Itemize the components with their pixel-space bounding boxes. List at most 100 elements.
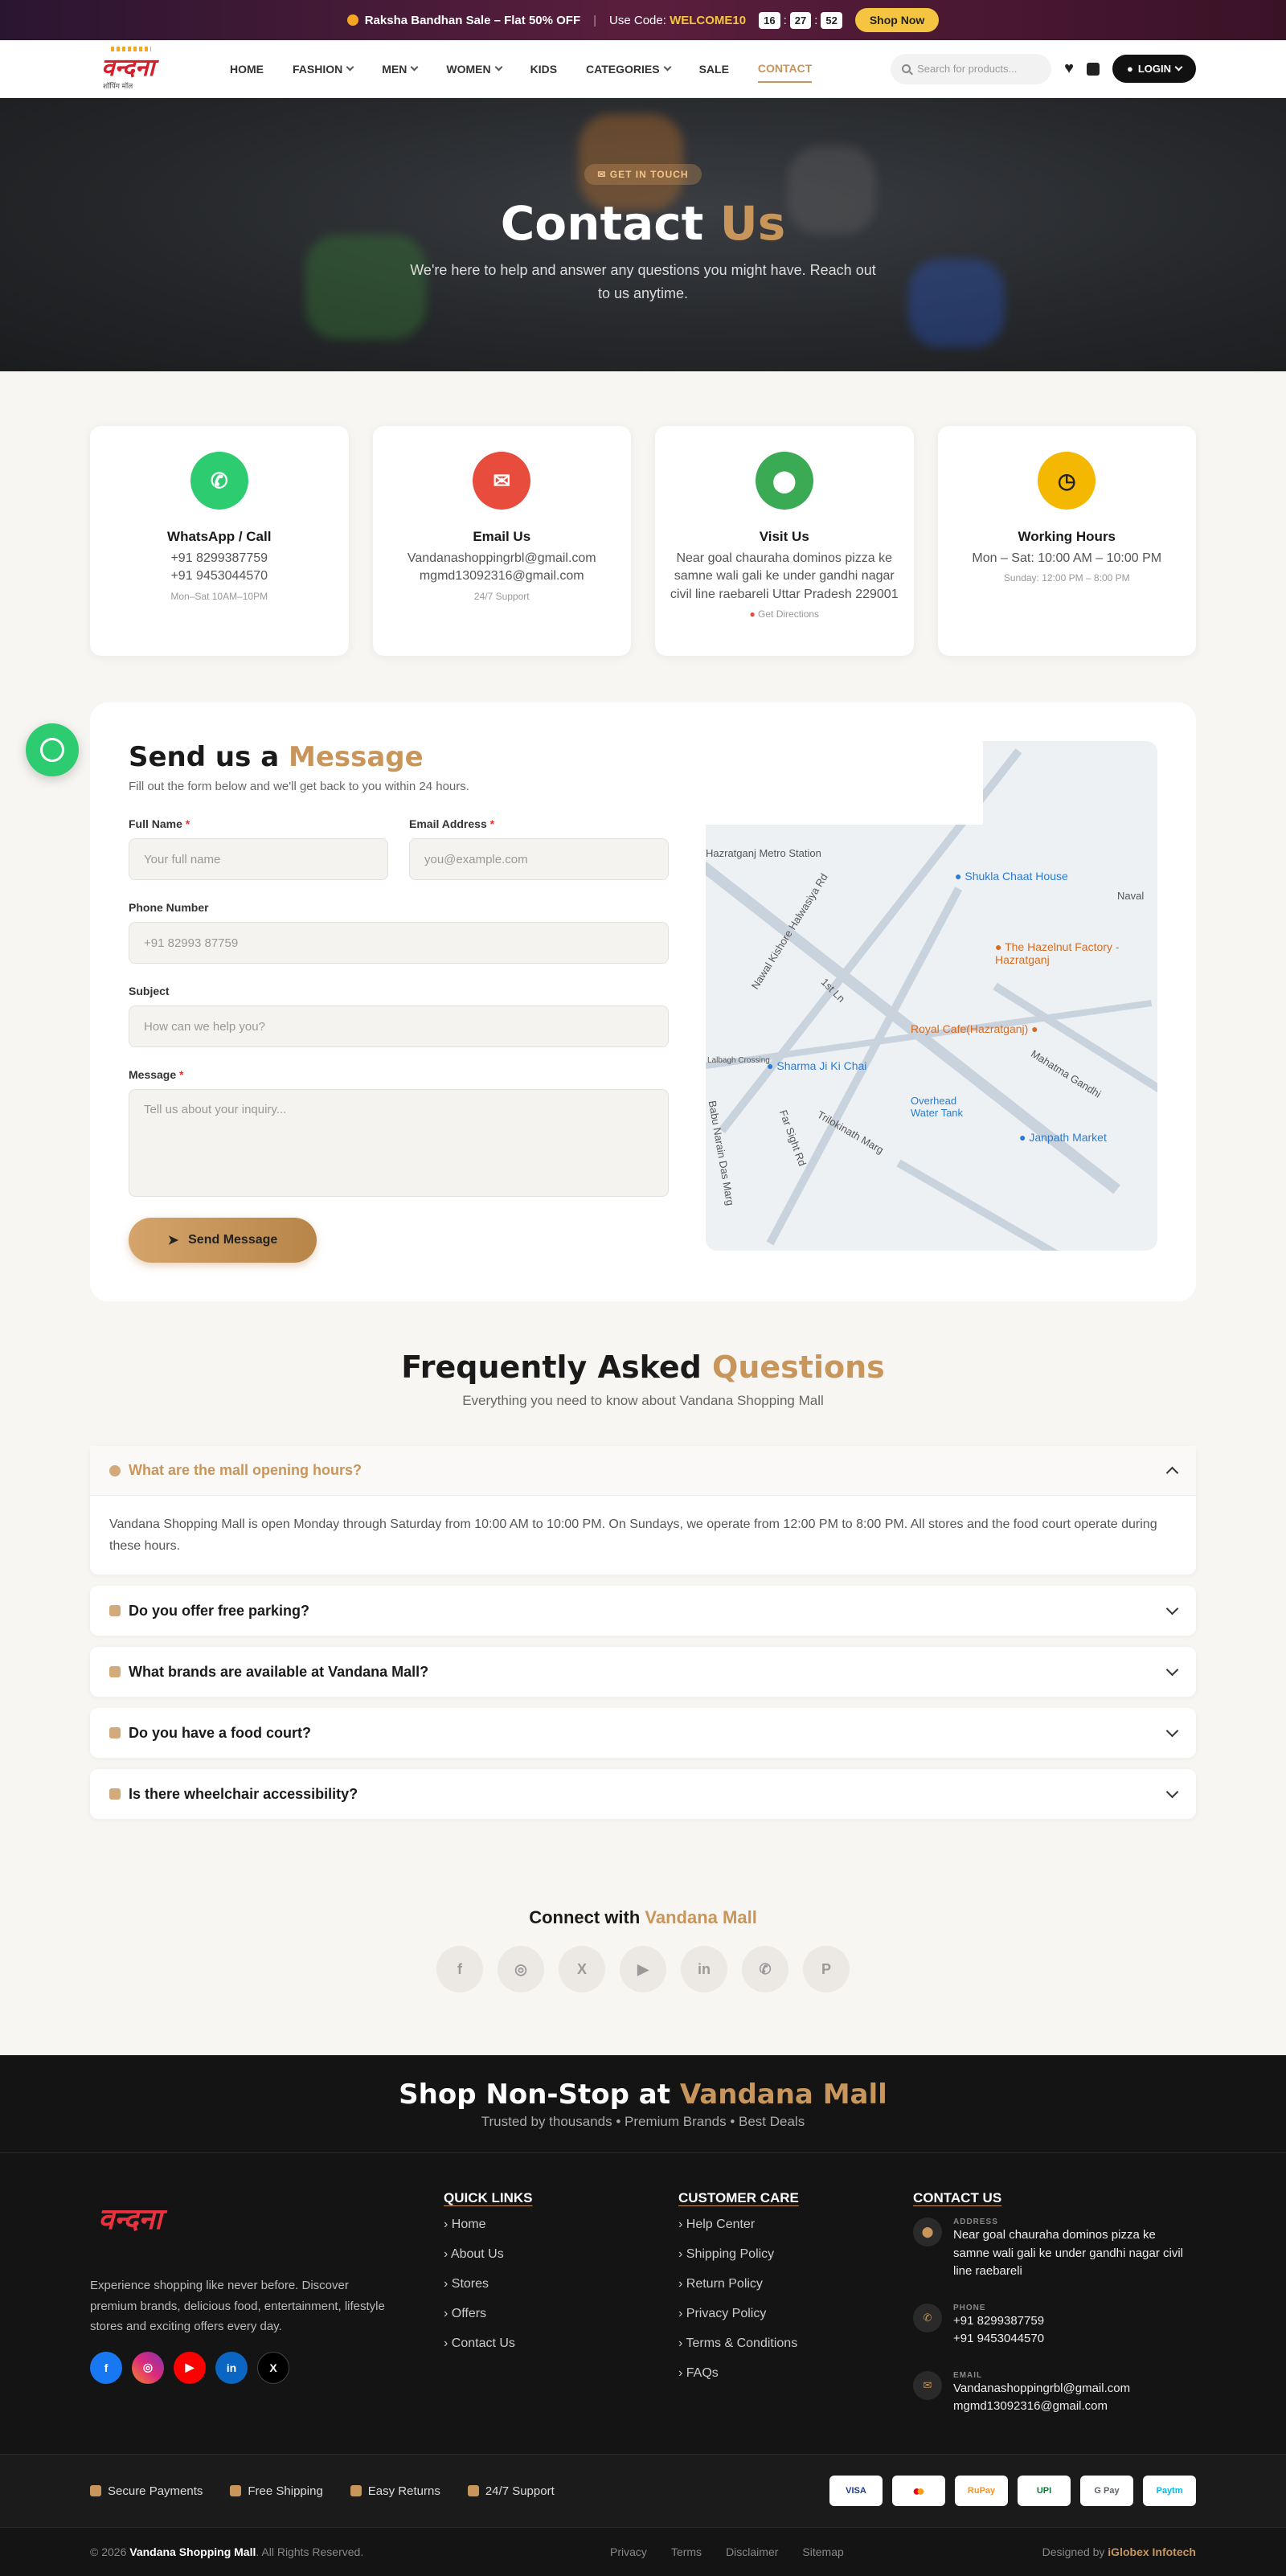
instagram-icon[interactable]: ◎ (132, 2351, 164, 2384)
email-label-text: Email Address (409, 817, 487, 830)
card-title: Email Us (473, 529, 531, 544)
footer-social: f ◎ ▶ in X (90, 2351, 444, 2384)
message-textarea[interactable]: Tell us about your inquiry... (129, 1089, 669, 1197)
footer-link-stores[interactable]: › Stores (444, 2277, 678, 2291)
page-title-accent: Us (719, 196, 786, 252)
shop-now-button[interactable]: Shop Now (854, 8, 940, 32)
footer-link-faqs[interactable]: › FAQs (678, 2366, 913, 2381)
instagram-icon[interactable]: ◎ (498, 1946, 544, 1993)
google-map[interactable]: Hazratganj Metro Station ● Shukla Chaat … (706, 741, 1157, 1251)
customer-care-title: CUSTOMER CARE (678, 2190, 799, 2206)
user-icon: ● (1126, 63, 1133, 75)
nav-sale[interactable]: SALE (699, 55, 729, 83)
footer-email-2[interactable]: mgmd13092316@gmail.com (953, 2398, 1130, 2416)
youtube-icon[interactable]: ▶ (620, 1946, 666, 1993)
footer-contact-title: CONTACT US (913, 2190, 1002, 2206)
nav-categories-label: CATEGORIES (586, 62, 660, 76)
footer-link-help[interactable]: › Help Center (678, 2218, 913, 2232)
search-input[interactable]: Search for products... (891, 53, 1052, 84)
sitemap-link[interactable]: Sitemap (802, 2545, 843, 2558)
footer-link-about[interactable]: › About Us (444, 2247, 678, 2262)
nav-home[interactable]: HOME (230, 55, 264, 83)
footer-link-return[interactable]: › Return Policy (678, 2277, 913, 2291)
truck-icon (230, 2485, 242, 2497)
footer-link-offers[interactable]: › Offers (444, 2307, 678, 2321)
footer-link-terms[interactable]: › Terms & Conditions (678, 2336, 913, 2351)
faq-list: What are the mall opening hours? Vandana… (90, 1446, 1196, 1820)
phone-input[interactable]: +91 82993 87759 (129, 922, 669, 964)
terms-link[interactable]: Terms (671, 2545, 702, 2558)
login-button[interactable]: ● LOGIN (1112, 55, 1196, 83)
footer-link-shipping[interactable]: › Shipping Policy (678, 2247, 913, 2262)
page-title-main: Contact (500, 196, 704, 252)
card-note: Mon–Sat 10AM–10PM (170, 590, 268, 602)
privacy-link[interactable]: Privacy (610, 2545, 647, 2558)
map-poi[interactable]: ● The Hazelnut Factory - Hazratganj (995, 940, 1124, 966)
card-phone-1[interactable]: +91 8299387759 (159, 550, 279, 567)
linkedin-icon[interactable]: in (681, 1946, 727, 1993)
disclaimer-link[interactable]: Disclaimer (726, 2545, 778, 2558)
card-phone-2[interactable]: +91 9453044570 (159, 567, 279, 585)
whatsapp-icon[interactable]: ✆ (742, 1946, 788, 1993)
pin-icon: ● (749, 608, 756, 620)
faq-question[interactable]: What brands are available at Vandana Mal… (90, 1647, 1196, 1697)
faq-question[interactable]: What are the mall opening hours? (90, 1446, 1196, 1496)
upi-icon: UPI (1018, 2476, 1071, 2507)
store-icon (109, 1666, 121, 1678)
nav-categories[interactable]: CATEGORIES (586, 55, 672, 83)
map-poi[interactable]: ● Sharma Ji Ki Chai (767, 1059, 866, 1072)
footer-email-label: EMAIL (953, 2370, 983, 2380)
pinterest-icon[interactable]: P (803, 1946, 850, 1993)
whatsapp-float-button[interactable] (26, 723, 79, 776)
card-email-1[interactable]: Vandanashoppingrbl@gmail.com (396, 550, 608, 567)
email-group: Email Address * you@example.com (409, 817, 669, 880)
email-input[interactable]: you@example.com (409, 838, 669, 880)
full-name-input[interactable]: Your full name (129, 838, 388, 880)
footer-email-1[interactable]: Vandanashoppingrbl@gmail.com (953, 2380, 1130, 2398)
footer-logo[interactable]: वन्दना (90, 2190, 195, 2246)
designer-link[interactable]: iGlobex Infotech (1108, 2545, 1196, 2558)
footer-phone-1[interactable]: +91 8299387759 (953, 2312, 1044, 2331)
trust-shipping: Free Shipping (230, 2484, 323, 2498)
search-icon (902, 64, 911, 73)
footer-link-label: Help Center (686, 2218, 756, 2232)
faq-question[interactable]: Do you have a food court? (90, 1708, 1196, 1758)
card-hours: Mon – Sat: 10:00 AM – 10:00 PM (972, 551, 1162, 565)
send-message-button[interactable]: ➤ Send Message (129, 1218, 317, 1263)
footer-link-privacy[interactable]: › Privacy Policy (678, 2307, 913, 2321)
nav-contact[interactable]: CONTACT (757, 55, 813, 83)
wishlist-heart-icon[interactable]: ♥ (1064, 59, 1074, 78)
contact-form-section: Send us a Message Fill out the form belo… (90, 702, 1196, 1301)
nav-kids[interactable]: KIDS (530, 55, 557, 83)
card-email-2[interactable]: mgmd13092316@gmail.com (408, 567, 596, 585)
footer-link-contact[interactable]: › Contact Us (444, 2336, 678, 2351)
faq-question-text: Is there wheelchair accessibility? (129, 1785, 358, 1802)
faq-item: Do you offer free parking? (90, 1586, 1196, 1636)
faq-question[interactable]: Do you offer free parking? (90, 1586, 1196, 1636)
mastercard-icon: ● ● (892, 2476, 945, 2507)
x-icon[interactable]: X (257, 2351, 289, 2384)
nav-fashion[interactable]: FASHION (293, 55, 354, 83)
map-poi-label: Royal Cafe(Hazratganj) (911, 1022, 1029, 1035)
x-icon[interactable]: X (559, 1946, 605, 1993)
nav-men[interactable]: MEN (382, 55, 419, 83)
subject-input[interactable]: How can we help you? (129, 1005, 669, 1047)
map-poi[interactable]: ● Shukla Chaat House (955, 870, 1068, 883)
site-logo[interactable]: वन्दना शॉपिंग मॉल (95, 45, 174, 93)
email-card: ✉ Email Us Vandanashoppingrbl@gmail.com … (372, 426, 631, 656)
faq-question[interactable]: Is there wheelchair accessibility? (90, 1769, 1196, 1819)
map-poi[interactable]: Royal Cafe(Hazratganj) ● (911, 1022, 1038, 1035)
nav-women[interactable]: WOMEN (446, 55, 503, 83)
facebook-icon[interactable]: f (90, 2351, 122, 2384)
map-poi-label: The Hazelnut Factory - Hazratganj (995, 940, 1120, 966)
footer-phone-2[interactable]: +91 9453044570 (953, 2330, 1044, 2349)
youtube-icon[interactable]: ▶ (174, 2351, 206, 2384)
form-title: Send us a Message (129, 741, 669, 773)
footer-link-home[interactable]: › Home (444, 2218, 678, 2232)
cart-bag-icon[interactable] (1086, 62, 1100, 76)
get-directions-link[interactable]: ● Get Directions (749, 608, 819, 620)
linkedin-icon[interactable]: in (215, 2351, 248, 2384)
chevron-down-icon (1174, 63, 1183, 72)
facebook-icon[interactable]: f (436, 1946, 483, 1993)
map-poi[interactable]: ● Janpath Market (1019, 1131, 1107, 1144)
